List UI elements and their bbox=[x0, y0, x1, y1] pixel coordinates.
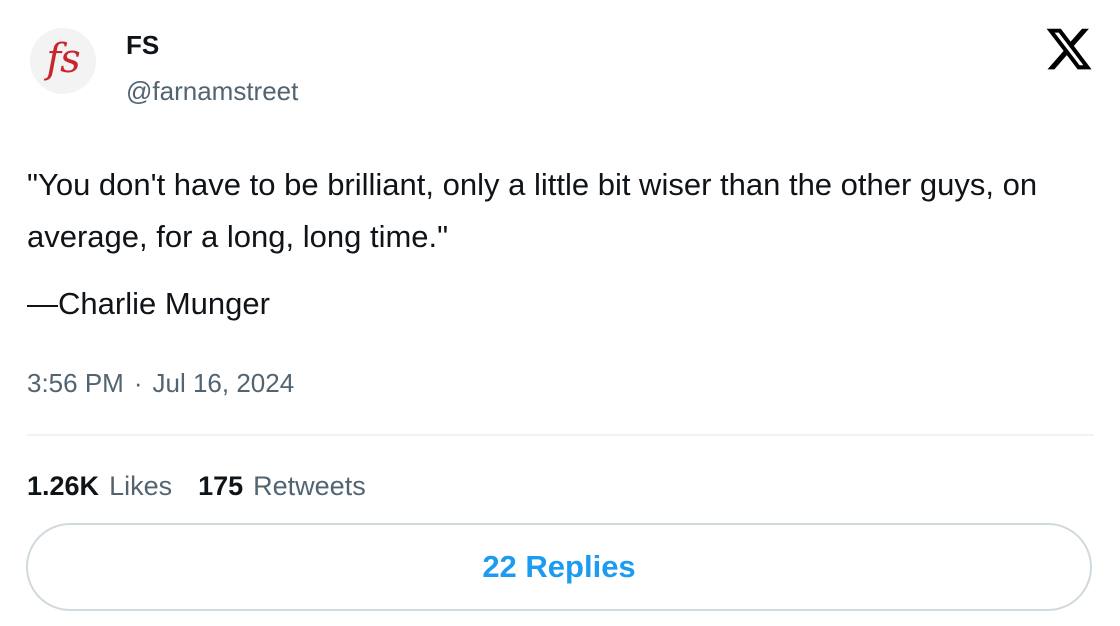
author-display-name[interactable]: FS bbox=[126, 30, 159, 60]
engagement-stats: 1.26K Likes 175 Retweets bbox=[27, 470, 366, 502]
divider bbox=[27, 434, 1094, 436]
tweet-timestamp[interactable]: 3:56 PM · Jul 16, 2024 bbox=[27, 367, 294, 399]
tweet-date: Jul 16, 2024 bbox=[152, 368, 295, 398]
likes-label: Likes bbox=[109, 471, 173, 501]
tweet-attribution: —Charlie Munger bbox=[27, 286, 270, 321]
retweets-stat[interactable]: 175 Retweets bbox=[198, 471, 366, 501]
replies-button-label: 22 Replies bbox=[482, 549, 636, 584]
avatar[interactable]: fs bbox=[30, 28, 96, 94]
replies-button[interactable]: 22 Replies bbox=[26, 523, 1092, 611]
likes-stat[interactable]: 1.26K Likes bbox=[27, 471, 172, 501]
tweet-card: fs FS @farnamstreet "You don't have to b… bbox=[0, 0, 1120, 626]
x-logo-icon[interactable] bbox=[1044, 24, 1094, 74]
tweet-time: 3:56 PM bbox=[27, 368, 124, 398]
author-handle[interactable]: @farnamstreet bbox=[126, 76, 298, 106]
retweets-label: Retweets bbox=[253, 471, 366, 501]
meta-separator: · bbox=[133, 368, 143, 398]
retweets-count: 175 bbox=[198, 471, 244, 501]
likes-count: 1.26K bbox=[27, 471, 100, 501]
avatar-logo: fs bbox=[46, 36, 80, 82]
tweet-text: "You don't have to be brilliant, only a … bbox=[27, 167, 1038, 254]
